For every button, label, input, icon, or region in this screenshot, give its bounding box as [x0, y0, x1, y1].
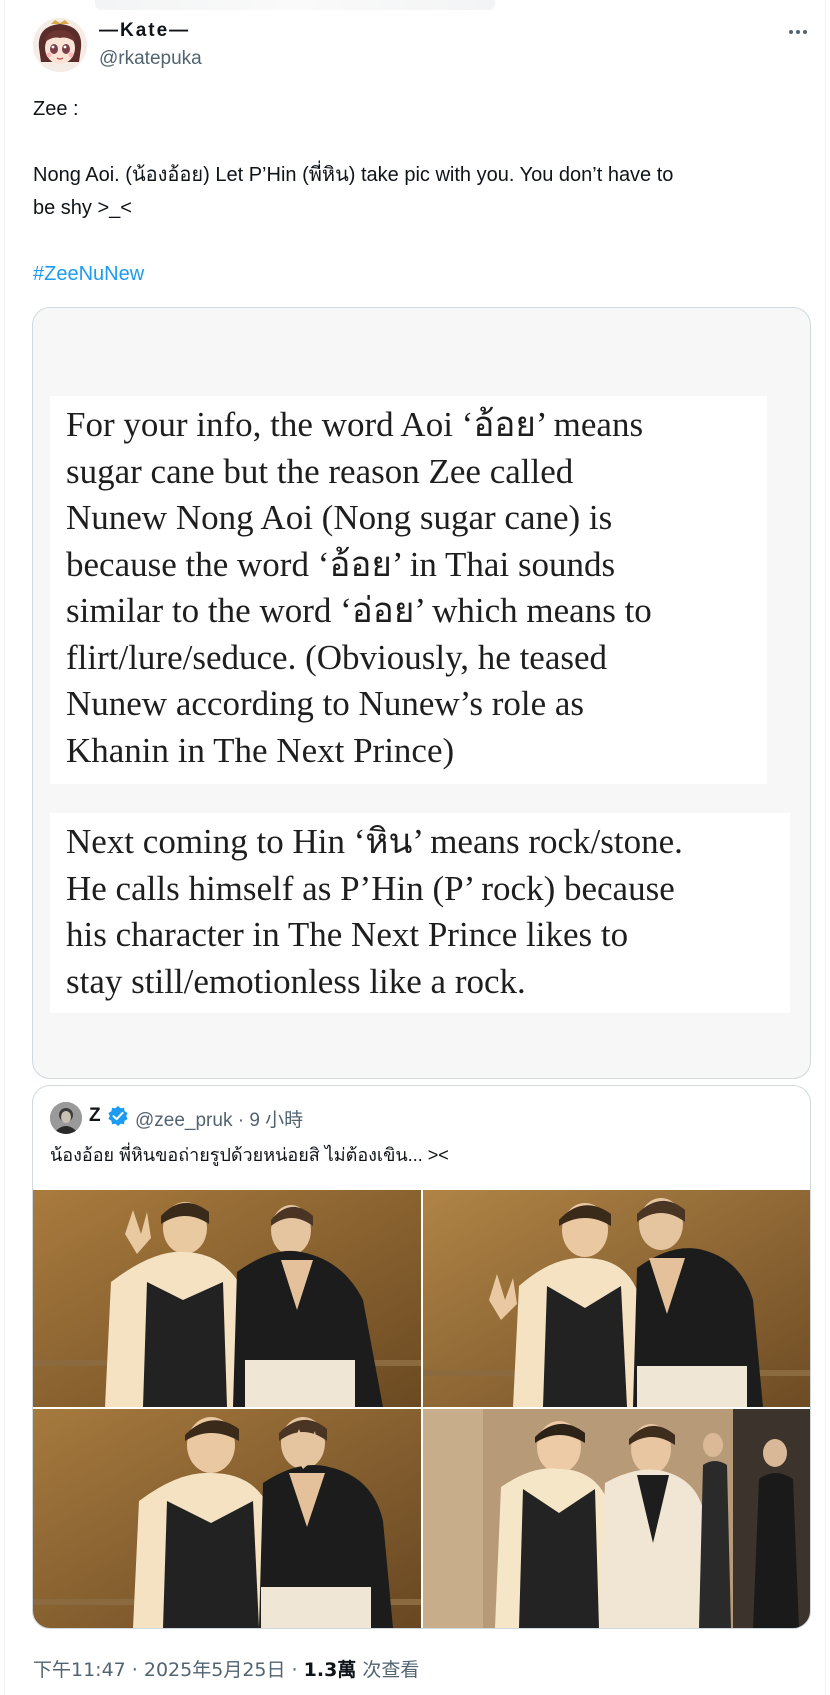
tweet-line: Nong Aoi. (น้องอ้อย) Let P’Hin (พี่หิน) …: [33, 164, 674, 186]
top-divider: [95, 0, 495, 10]
views-label: 次查看: [356, 1659, 420, 1681]
photo-2[interactable]: [423, 1190, 810, 1407]
quoted-text: น้องอ้อย พี่หินขอถ่ายรูปด้วยหน่อยสิ ไม่ต…: [50, 1145, 449, 1165]
photo-3[interactable]: [33, 1409, 421, 1628]
quoted-meta[interactable]: @zee_pruk · 9 小時: [135, 1105, 303, 1132]
tweet-line: Zee :: [33, 98, 79, 120]
author-handle[interactable]: @rkatepuka: [99, 48, 202, 70]
tweet-line: be shy >_<: [33, 197, 132, 219]
note-line: similar to the word ‘อ่อย’ which means t…: [66, 591, 652, 630]
hashtag-link[interactable]: #ZeeNuNew: [33, 258, 813, 291]
verified-icon: [107, 1105, 129, 1127]
timestamp-link[interactable]: 下午11:47 · 2025年5月25日 ·: [33, 1659, 304, 1681]
note-line: He calls himself as P’Hin (P’ rock) beca…: [66, 868, 675, 908]
attached-image[interactable]: For your info, the word Aoi ‘อ้อย’ means…: [32, 307, 811, 1079]
note-line: sugar cane but the reason Zee called: [66, 451, 574, 491]
author-display-name[interactable]: —Kate—: [99, 20, 190, 42]
author-avatar[interactable]: [33, 18, 87, 72]
note-line: For your info, the word Aoi ‘อ้อย’ means: [66, 405, 644, 444]
photo-4[interactable]: [423, 1409, 810, 1628]
note-line: Next coming to Hin ‘หิน’ means rock/ston…: [66, 822, 683, 861]
quoted-tweet[interactable]: Z @zee_pruk · 9 小時 น้องอ้อย พี่หินขอถ่าย…: [32, 1085, 811, 1629]
note-paragraph-2: Next coming to Hin ‘หิน’ means rock/ston…: [50, 813, 790, 1013]
photo-grid: [33, 1190, 810, 1628]
note-line: Nunew Nong Aoi (Nong sugar cane) is: [66, 498, 613, 537]
quoted-author-avatar[interactable]: [50, 1102, 82, 1134]
photo-1[interactable]: [33, 1190, 421, 1407]
tweet-footer: 下午11:47 · 2025年5月25日 · 1.3萬 次查看: [33, 1655, 419, 1682]
tweet-line: [33, 126, 813, 159]
note-line: because the word ‘อ้อย’ in Thai sounds: [66, 544, 616, 584]
note-line: his character in The Next Prince likes t…: [66, 915, 629, 954]
views-count: 1.3萬: [303, 1659, 357, 1681]
note-line: flirt/lure/seduce. (Obviously, he teased: [66, 637, 608, 677]
quoted-author-name[interactable]: Z: [89, 1105, 101, 1127]
more-icon[interactable]: [783, 22, 813, 42]
note-line: Khanin in The Next Prince): [66, 730, 455, 770]
note-line: Nunew according to Nunew’s role as: [66, 684, 585, 723]
note-line: stay still/emotionless like a rock.: [66, 961, 526, 1001]
tweet-card: —Kate— @rkatepuka Zee : Nong Aoi. (น้องอ…: [4, 0, 826, 1695]
tweet-line: [33, 225, 813, 258]
note-paragraph-1: For your info, the word Aoi ‘อ้อย’ means…: [50, 396, 767, 784]
tweet-body: Zee : Nong Aoi. (น้องอ้อย) Let P’Hin (พี…: [33, 93, 813, 291]
